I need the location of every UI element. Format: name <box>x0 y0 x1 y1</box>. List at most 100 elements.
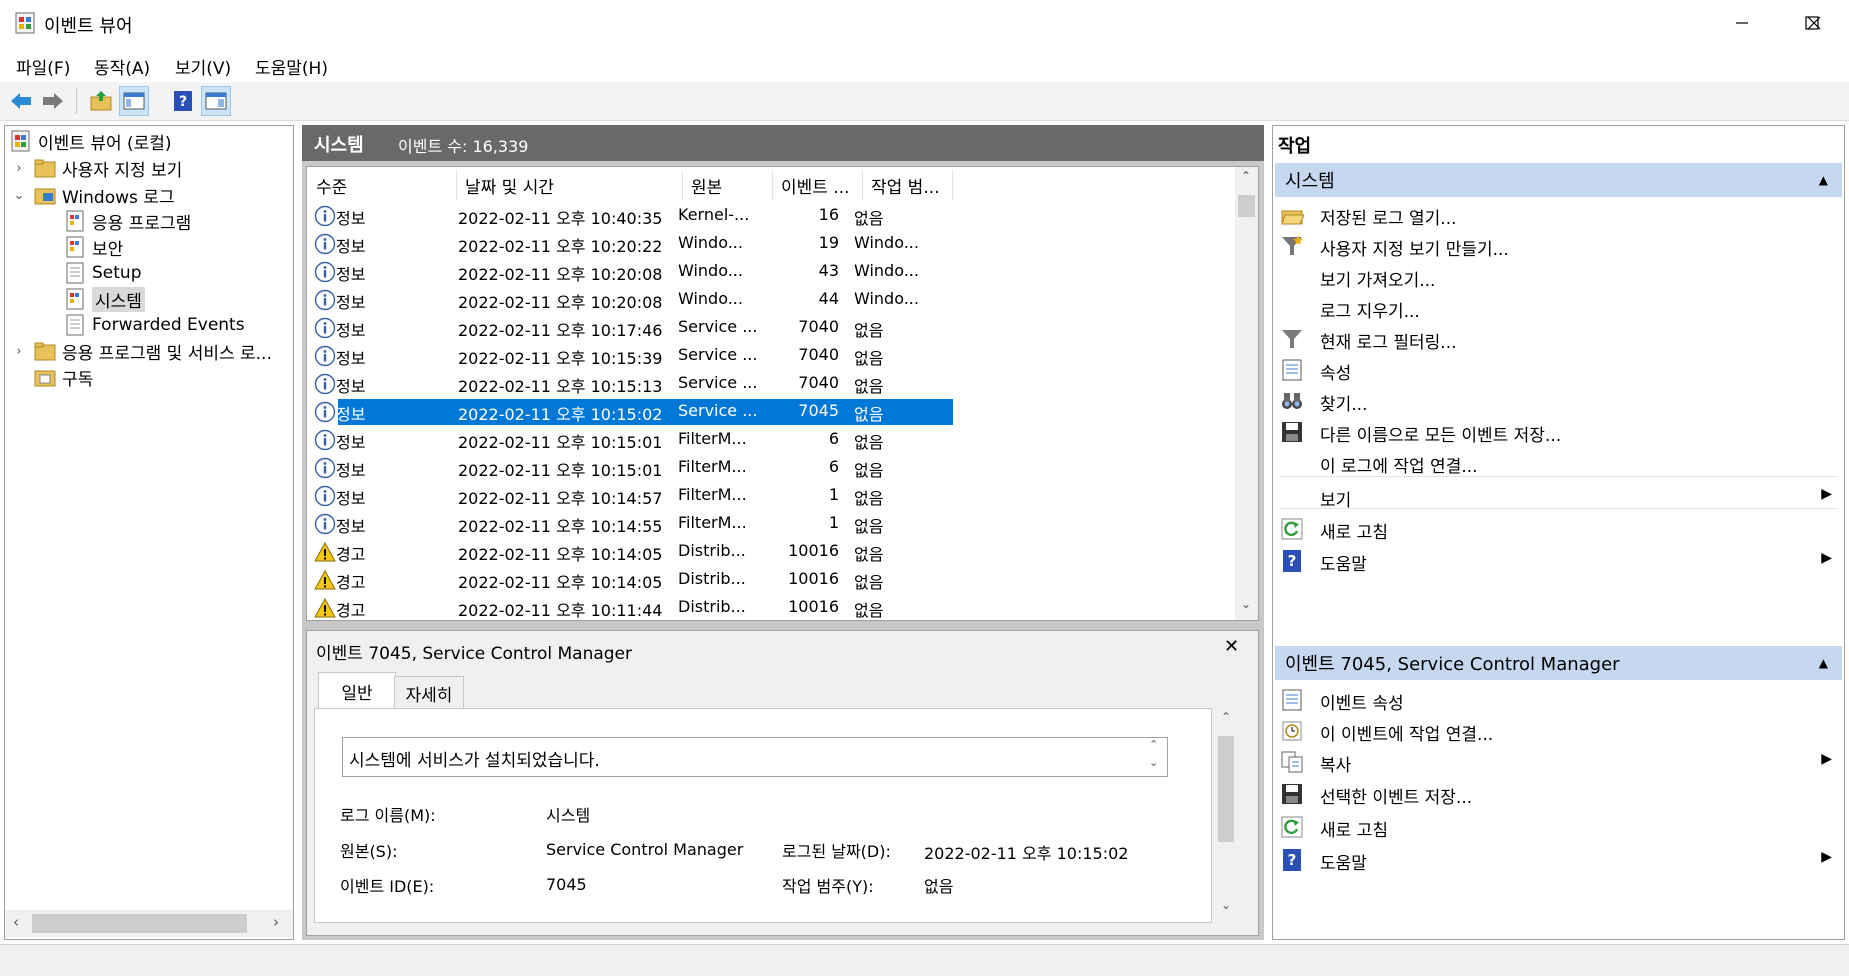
tree-item-root[interactable]: 이벤트 뷰어 (로컬) <box>10 128 172 154</box>
action-item[interactable]: 다른 이름으로 모든 이벤트 저장... <box>1278 415 1840 449</box>
tree-item-custom-views[interactable]: › 사용자 지정 보기 <box>12 155 182 181</box>
show-hide-tree-button[interactable] <box>119 86 149 116</box>
menu-help[interactable]: 도움말(H) <box>255 54 328 79</box>
actions-section-event[interactable]: 이벤트 7045, Service Control Manager ▲ <box>1275 646 1842 680</box>
help-button[interactable]: ? <box>168 86 198 116</box>
forward-button[interactable] <box>38 86 68 116</box>
menu-file[interactable]: 파일(F) <box>16 54 70 79</box>
minimize-button[interactable] <box>1707 0 1777 46</box>
collapse-up-icon[interactable]: ▲ <box>1819 656 1828 670</box>
up-folder-button[interactable] <box>86 86 116 116</box>
tree-item-forwarded-events[interactable]: Forwarded Events <box>64 312 245 338</box>
collapse-up-icon[interactable]: ▲ <box>1819 173 1828 187</box>
cell-datetime: 2022-02-11 오후 10:14:57 <box>458 489 663 508</box>
tab-general[interactable]: 일반 <box>318 672 396 710</box>
action-item[interactable]: 이 이벤트에 작업 연결... <box>1278 714 1840 748</box>
action-item[interactable]: 새로 고침 <box>1278 512 1840 546</box>
column-header-source[interactable]: 원본 <box>683 170 773 200</box>
chevron-right-icon[interactable]: › <box>12 344 26 359</box>
action-item[interactable]: ? 도움말 ▶ <box>1278 544 1840 578</box>
actions-section-system[interactable]: 시스템 ▲ <box>1275 163 1842 197</box>
actions-section-event-label: 이벤트 7045, Service Control Manager <box>1285 654 1620 675</box>
table-row[interactable]: 정보 2022-02-11 오후 10:15:01 FilterM... 6 없음 <box>310 454 953 482</box>
table-row[interactable]: 정보 2022-02-11 오후 10:40:35 Kernel-... 16 없음 <box>310 202 953 230</box>
action-item[interactable]: 찾기... <box>1278 384 1840 418</box>
event-list-scroll-thumb[interactable] <box>1238 195 1255 217</box>
table-row[interactable]: 정보 2022-02-11 오후 10:20:08 Windo... 44 Windo.… <box>310 286 953 314</box>
show-hide-action-button[interactable] <box>201 86 231 116</box>
table-row[interactable]: 정보 2022-02-11 오후 10:20:08 Windo... 43 Windo.… <box>310 258 953 286</box>
action-item[interactable]: 속성 <box>1278 353 1840 387</box>
action-label: 이 이벤트에 작업 연결... <box>1320 725 1494 745</box>
cell-task-category: 없음 <box>854 517 884 536</box>
action-item[interactable]: 선택한 이벤트 저장... <box>1278 777 1840 811</box>
column-header-task-category[interactable]: 작업 범... <box>863 170 953 200</box>
action-item[interactable]: 저장된 로그 열기... <box>1278 198 1840 232</box>
detail-scrollbar[interactable]: ⌃ ⌄ <box>1215 710 1237 922</box>
table-row[interactable]: 정보 2022-02-11 오후 10:14:57 FilterM... 1 없음 <box>310 482 953 510</box>
table-row[interactable]: 경고 2022-02-11 오후 10:11:44 Distrib... 10016 없… <box>310 594 953 622</box>
column-header-level[interactable]: 수준 <box>308 170 457 200</box>
close-button[interactable] <box>1779 0 1849 46</box>
folder-icon <box>34 159 56 178</box>
scroll-right-icon[interactable]: › <box>273 913 279 931</box>
scroll-up-icon[interactable]: ⌃ <box>1241 169 1251 183</box>
navigation-tree-pane <box>4 125 294 940</box>
table-row[interactable]: 경고 2022-02-11 오후 10:14:05 Distrib... 10016 없… <box>310 538 953 566</box>
scroll-left-icon[interactable]: ‹ <box>13 913 19 931</box>
tree-horizontal-scrollbar[interactable]: ‹ › <box>5 910 293 937</box>
action-item[interactable]: 로그 지우기... <box>1278 291 1840 325</box>
event-viewer-app-icon <box>15 12 35 34</box>
action-item[interactable]: 복사 ▶ <box>1278 745 1840 779</box>
table-row[interactable]: 정보 2022-02-11 오후 10:14:55 FilterM... 1 없음 <box>310 510 953 538</box>
tree-scroll-thumb[interactable] <box>32 914 247 933</box>
action-item[interactable]: 이 로그에 작업 연결... <box>1278 446 1840 480</box>
action-item[interactable]: 새로 고침 <box>1278 810 1840 844</box>
close-detail-icon[interactable]: ✕ <box>1224 636 1239 657</box>
scroll-down-icon[interactable]: ⌄ <box>1221 898 1231 912</box>
tab-details[interactable]: 자세히 <box>394 676 464 710</box>
tree-item-app-services[interactable]: › 응용 프로그램 및 서비스 로... <box>12 338 272 364</box>
cell-datetime: 2022-02-11 오후 10:40:35 <box>458 209 663 228</box>
tree-item-system[interactable]: 시스템 <box>64 286 145 312</box>
scroll-up-icon[interactable]: ⌃ <box>1149 738 1158 751</box>
table-row[interactable]: 경고 2022-02-11 오후 10:14:05 Distrib... 10016 없… <box>310 566 953 594</box>
scroll-down-icon[interactable]: ⌄ <box>1149 756 1158 769</box>
column-header-event-id[interactable]: 이벤트 ... <box>773 170 863 200</box>
table-row[interactable]: 정보 2022-02-11 오후 10:15:01 FilterM... 6 없음 <box>310 426 953 454</box>
event-count: 이벤트 수: 16,339 <box>398 137 529 156</box>
tree-item-subscriptions[interactable]: 구독 <box>34 364 93 390</box>
column-header-datetime[interactable]: 날짜 및 시간 <box>457 170 683 200</box>
event-description-box[interactable]: 시스템에 서비스가 설치되었습니다. ⌃ ⌄ <box>342 737 1168 777</box>
detail-scroll-thumb[interactable] <box>1218 736 1234 842</box>
action-item[interactable]: 보기 가져오기... <box>1278 260 1840 294</box>
table-row[interactable]: 정보 2022-02-11 오후 10:15:02 Service ... 7045 없… <box>310 398 953 426</box>
save-icon <box>1282 422 1302 442</box>
menu-action[interactable]: 동작(A) <box>94 54 150 79</box>
event-list-scrollbar[interactable]: ⌃ ⌄ <box>1235 167 1258 620</box>
table-row[interactable]: 정보 2022-02-11 오후 10:15:39 Service ... 7040 없… <box>310 342 953 370</box>
submenu-arrow-icon: ▶ <box>1821 550 1832 566</box>
table-row[interactable]: 정보 2022-02-11 오후 10:17:46 Service ... 7040 없… <box>310 314 953 342</box>
tree-item-application[interactable]: 응용 프로그램 <box>64 208 191 234</box>
table-row[interactable]: 정보 2022-02-11 오후 10:15:13 Service ... 7040 없… <box>310 370 953 398</box>
tree-item-security[interactable]: 보안 <box>64 234 123 260</box>
action-item[interactable]: 이벤트 속성 <box>1278 683 1840 717</box>
chevron-right-icon[interactable]: › <box>12 161 26 176</box>
information-icon <box>314 485 336 507</box>
tree-item-windows-logs[interactable]: ⌄ Windows 로그 <box>12 182 175 208</box>
scroll-down-icon[interactable]: ⌄ <box>1241 597 1251 611</box>
action-item[interactable]: 사용자 지정 보기 만들기... <box>1278 229 1840 263</box>
table-row[interactable]: 정보 2022-02-11 오후 10:20:22 Windo... 19 Windo.… <box>310 230 953 258</box>
action-item[interactable]: 현재 로그 필터링... <box>1278 322 1840 356</box>
tree-item-setup[interactable]: Setup <box>64 260 141 286</box>
action-label: 새로 고침 <box>1320 523 1388 543</box>
menu-view[interactable]: 보기(V) <box>175 54 231 79</box>
action-label: 다른 이름으로 모든 이벤트 저장... <box>1320 426 1562 446</box>
action-item[interactable]: ? 도움말 ▶ <box>1278 843 1840 877</box>
scroll-up-icon[interactable]: ⌃ <box>1221 710 1231 724</box>
cell-event-id: 10016 <box>788 569 839 588</box>
back-button[interactable] <box>6 86 36 116</box>
cell-event-id: 10016 <box>788 541 839 560</box>
chevron-down-icon[interactable]: ⌄ <box>12 188 26 203</box>
